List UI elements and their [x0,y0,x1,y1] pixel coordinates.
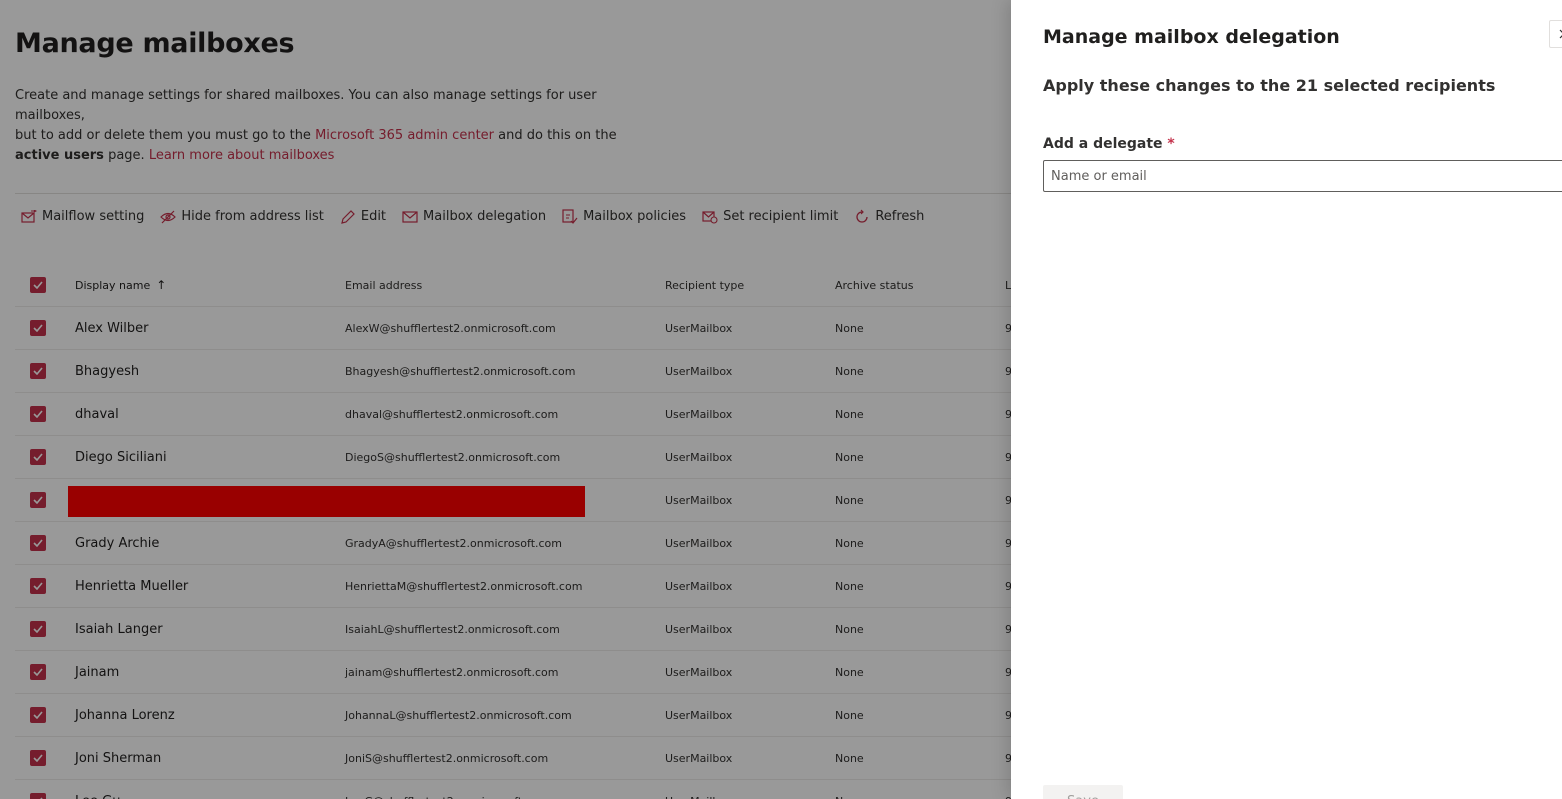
field-label-text: Add a delegate [1043,136,1163,152]
panel-subtitle: Apply these changes to the 21 selected r… [1043,76,1496,95]
save-button[interactable]: Save [1043,785,1123,799]
close-button[interactable] [1549,20,1562,48]
delegate-field-label: Add a delegate * [1043,136,1175,152]
required-marker: * [1167,136,1175,152]
modal-overlay[interactable] [0,0,1011,799]
delegation-panel: Manage mailbox delegation Apply these ch… [1011,0,1562,799]
panel-title: Manage mailbox delegation [1043,26,1340,48]
delegate-input[interactable] [1043,160,1562,192]
